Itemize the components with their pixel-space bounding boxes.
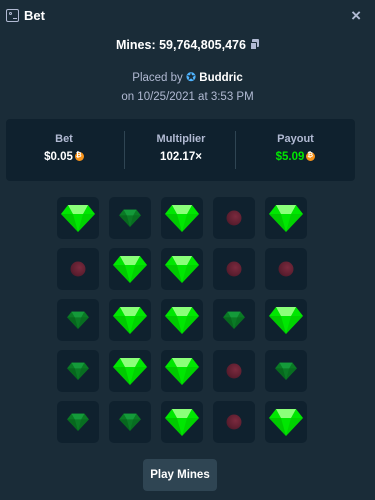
modal-title: Bet [24, 8, 45, 23]
bet-label: Bet [55, 133, 73, 145]
bet-date: on 10/25/2021 at 3:53 PM [121, 91, 254, 103]
copy-icon[interactable] [249, 39, 259, 50]
mine-tile[interactable] [57, 197, 99, 239]
mine-icon [278, 261, 294, 277]
gem-icon [165, 409, 199, 436]
gem-icon [165, 358, 199, 385]
gem-icon [269, 307, 303, 334]
game-id: Mines: 59,764,805,476 [0, 38, 375, 52]
btc-icon [306, 151, 316, 161]
mine-tile[interactable] [57, 299, 99, 341]
bet-slip-icon [6, 9, 19, 22]
payout-label: Payout [277, 133, 314, 145]
bet-stats-panel: Bet $0.05 Multiplier 102.17× Payout $5.0… [6, 119, 355, 181]
payout-stat: Payout $5.09 [236, 119, 355, 181]
mine-tile[interactable] [213, 197, 255, 239]
mine-tile[interactable] [57, 401, 99, 443]
mine-tile[interactable] [265, 248, 307, 290]
gem-icon [165, 205, 199, 232]
bet-value: $0.05 [44, 151, 73, 163]
mine-tile[interactable] [213, 299, 255, 341]
multiplier-stat: Multiplier 102.17× [125, 119, 237, 181]
mine-icon [226, 414, 242, 430]
play-mines-button[interactable]: Play Mines [143, 459, 217, 491]
bet-stat: Bet $0.05 [6, 119, 122, 181]
mine-icon [226, 210, 242, 226]
gem-icon [223, 311, 245, 329]
gem-icon [165, 307, 199, 334]
gem-icon [67, 311, 89, 329]
mine-tile[interactable] [109, 248, 151, 290]
mine-tile[interactable] [161, 350, 203, 392]
mine-tile[interactable] [161, 248, 203, 290]
mine-tile[interactable] [109, 401, 151, 443]
mine-tile[interactable] [265, 401, 307, 443]
vip-star-icon: ✪ [186, 70, 197, 84]
mine-tile[interactable] [265, 197, 307, 239]
mine-tile[interactable] [161, 401, 203, 443]
gem-icon [113, 307, 147, 334]
mine-tile[interactable] [265, 350, 307, 392]
gem-icon [113, 256, 147, 283]
mine-tile[interactable] [213, 350, 255, 392]
payout-amount: $5.09 [236, 151, 355, 163]
mine-tile[interactable] [109, 350, 151, 392]
bet-amount: $0.05 [6, 151, 122, 163]
username-link[interactable]: Buddric [199, 72, 242, 84]
gem-icon [119, 413, 141, 431]
game-id-text: Mines: 59,764,805,476 [116, 38, 246, 52]
multiplier-value: 102.17× [160, 151, 202, 163]
gem-icon [67, 362, 89, 380]
mine-tile[interactable] [57, 248, 99, 290]
mine-icon [70, 261, 86, 277]
mine-tile[interactable] [161, 299, 203, 341]
gem-icon [67, 413, 89, 431]
mine-tile[interactable] [109, 299, 151, 341]
payout-value: $5.09 [275, 151, 305, 163]
gem-icon [61, 205, 95, 232]
multiplier-label: Multiplier [156, 133, 206, 145]
mine-tile[interactable] [265, 299, 307, 341]
modal-header: Bet × [0, 0, 375, 32]
mine-icon [226, 261, 242, 277]
placed-by: Placed by ✪ Buddric [0, 70, 375, 84]
mine-tile[interactable] [57, 350, 99, 392]
mine-tile[interactable] [109, 197, 151, 239]
mine-tile[interactable] [161, 197, 203, 239]
mine-tile[interactable] [213, 248, 255, 290]
close-button[interactable]: × [351, 6, 361, 26]
gem-icon [269, 409, 303, 436]
btc-icon [74, 151, 84, 161]
gem-icon [275, 362, 297, 380]
mine-tile[interactable] [213, 401, 255, 443]
gem-icon [269, 205, 303, 232]
placed-by-label: Placed by [132, 72, 183, 84]
gem-icon [119, 209, 141, 227]
gem-icon [165, 256, 199, 283]
mine-icon [226, 363, 242, 379]
gem-icon [113, 358, 147, 385]
mines-grid [57, 197, 307, 443]
